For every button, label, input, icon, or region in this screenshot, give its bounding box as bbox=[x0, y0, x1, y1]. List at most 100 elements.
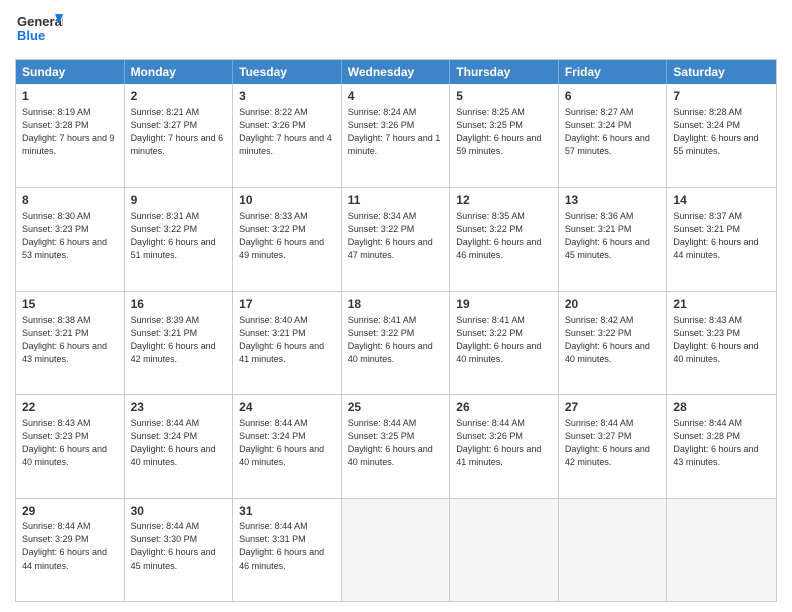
calendar-header: SundayMondayTuesdayWednesdayThursdayFrid… bbox=[16, 60, 776, 84]
calendar: SundayMondayTuesdayWednesdayThursdayFrid… bbox=[15, 59, 777, 602]
calendar-cell bbox=[667, 499, 776, 601]
calendar-cell: 16Sunrise: 8:39 AMSunset: 3:21 PMDayligh… bbox=[125, 292, 234, 394]
day-info: Sunrise: 8:44 AMSunset: 3:26 PMDaylight:… bbox=[456, 417, 552, 469]
calendar-cell: 31Sunrise: 8:44 AMSunset: 3:31 PMDayligh… bbox=[233, 499, 342, 601]
day-info: Sunrise: 8:40 AMSunset: 3:21 PMDaylight:… bbox=[239, 314, 335, 366]
day-info: Sunrise: 8:35 AMSunset: 3:22 PMDaylight:… bbox=[456, 210, 552, 262]
day-info: Sunrise: 8:27 AMSunset: 3:24 PMDaylight:… bbox=[565, 106, 661, 158]
day-info: Sunrise: 8:36 AMSunset: 3:21 PMDaylight:… bbox=[565, 210, 661, 262]
day-number: 22 bbox=[22, 399, 118, 416]
day-info: Sunrise: 8:44 AMSunset: 3:28 PMDaylight:… bbox=[673, 417, 770, 469]
day-number: 17 bbox=[239, 296, 335, 313]
day-number: 27 bbox=[565, 399, 661, 416]
day-number: 28 bbox=[673, 399, 770, 416]
calendar-cell: 6Sunrise: 8:27 AMSunset: 3:24 PMDaylight… bbox=[559, 84, 668, 187]
day-info: Sunrise: 8:38 AMSunset: 3:21 PMDaylight:… bbox=[22, 314, 118, 366]
calendar-cell: 2Sunrise: 8:21 AMSunset: 3:27 PMDaylight… bbox=[125, 84, 234, 187]
day-info: Sunrise: 8:44 AMSunset: 3:24 PMDaylight:… bbox=[239, 417, 335, 469]
calendar-cell bbox=[450, 499, 559, 601]
weekday-header-thursday: Thursday bbox=[450, 60, 559, 84]
day-number: 10 bbox=[239, 192, 335, 209]
day-number: 15 bbox=[22, 296, 118, 313]
day-info: Sunrise: 8:25 AMSunset: 3:25 PMDaylight:… bbox=[456, 106, 552, 158]
calendar-cell: 15Sunrise: 8:38 AMSunset: 3:21 PMDayligh… bbox=[16, 292, 125, 394]
calendar-cell: 30Sunrise: 8:44 AMSunset: 3:30 PMDayligh… bbox=[125, 499, 234, 601]
day-info: Sunrise: 8:43 AMSunset: 3:23 PMDaylight:… bbox=[22, 417, 118, 469]
calendar-row-1: 1Sunrise: 8:19 AMSunset: 3:28 PMDaylight… bbox=[16, 84, 776, 187]
calendar-cell: 18Sunrise: 8:41 AMSunset: 3:22 PMDayligh… bbox=[342, 292, 451, 394]
calendar-cell: 8Sunrise: 8:30 AMSunset: 3:23 PMDaylight… bbox=[16, 188, 125, 290]
calendar-cell: 28Sunrise: 8:44 AMSunset: 3:28 PMDayligh… bbox=[667, 395, 776, 497]
day-info: Sunrise: 8:41 AMSunset: 3:22 PMDaylight:… bbox=[348, 314, 444, 366]
day-number: 20 bbox=[565, 296, 661, 313]
day-info: Sunrise: 8:24 AMSunset: 3:26 PMDaylight:… bbox=[348, 106, 444, 158]
day-info: Sunrise: 8:37 AMSunset: 3:21 PMDaylight:… bbox=[673, 210, 770, 262]
day-info: Sunrise: 8:28 AMSunset: 3:24 PMDaylight:… bbox=[673, 106, 770, 158]
calendar-cell: 20Sunrise: 8:42 AMSunset: 3:22 PMDayligh… bbox=[559, 292, 668, 394]
calendar-cell: 10Sunrise: 8:33 AMSunset: 3:22 PMDayligh… bbox=[233, 188, 342, 290]
svg-text:Blue: Blue bbox=[17, 28, 45, 43]
day-info: Sunrise: 8:22 AMSunset: 3:26 PMDaylight:… bbox=[239, 106, 335, 158]
calendar-cell: 12Sunrise: 8:35 AMSunset: 3:22 PMDayligh… bbox=[450, 188, 559, 290]
calendar-cell bbox=[342, 499, 451, 601]
calendar-row-5: 29Sunrise: 8:44 AMSunset: 3:29 PMDayligh… bbox=[16, 498, 776, 601]
weekday-header-friday: Friday bbox=[559, 60, 668, 84]
weekday-header-saturday: Saturday bbox=[667, 60, 776, 84]
calendar-cell: 26Sunrise: 8:44 AMSunset: 3:26 PMDayligh… bbox=[450, 395, 559, 497]
day-number: 26 bbox=[456, 399, 552, 416]
day-info: Sunrise: 8:41 AMSunset: 3:22 PMDaylight:… bbox=[456, 314, 552, 366]
calendar-cell: 17Sunrise: 8:40 AMSunset: 3:21 PMDayligh… bbox=[233, 292, 342, 394]
calendar-cell: 7Sunrise: 8:28 AMSunset: 3:24 PMDaylight… bbox=[667, 84, 776, 187]
day-info: Sunrise: 8:44 AMSunset: 3:24 PMDaylight:… bbox=[131, 417, 227, 469]
day-info: Sunrise: 8:30 AMSunset: 3:23 PMDaylight:… bbox=[22, 210, 118, 262]
calendar-row-3: 15Sunrise: 8:38 AMSunset: 3:21 PMDayligh… bbox=[16, 291, 776, 394]
calendar-cell: 19Sunrise: 8:41 AMSunset: 3:22 PMDayligh… bbox=[450, 292, 559, 394]
day-info: Sunrise: 8:44 AMSunset: 3:31 PMDaylight:… bbox=[239, 520, 335, 572]
day-info: Sunrise: 8:33 AMSunset: 3:22 PMDaylight:… bbox=[239, 210, 335, 262]
day-number: 2 bbox=[131, 88, 227, 105]
day-info: Sunrise: 8:42 AMSunset: 3:22 PMDaylight:… bbox=[565, 314, 661, 366]
day-info: Sunrise: 8:44 AMSunset: 3:29 PMDaylight:… bbox=[22, 520, 118, 572]
day-number: 16 bbox=[131, 296, 227, 313]
day-number: 18 bbox=[348, 296, 444, 313]
day-number: 8 bbox=[22, 192, 118, 209]
calendar-cell: 29Sunrise: 8:44 AMSunset: 3:29 PMDayligh… bbox=[16, 499, 125, 601]
day-number: 14 bbox=[673, 192, 770, 209]
calendar-cell: 27Sunrise: 8:44 AMSunset: 3:27 PMDayligh… bbox=[559, 395, 668, 497]
day-number: 21 bbox=[673, 296, 770, 313]
weekday-header-wednesday: Wednesday bbox=[342, 60, 451, 84]
day-number: 24 bbox=[239, 399, 335, 416]
day-info: Sunrise: 8:19 AMSunset: 3:28 PMDaylight:… bbox=[22, 106, 118, 158]
calendar-cell: 4Sunrise: 8:24 AMSunset: 3:26 PMDaylight… bbox=[342, 84, 451, 187]
calendar-body: 1Sunrise: 8:19 AMSunset: 3:28 PMDaylight… bbox=[16, 84, 776, 601]
calendar-cell bbox=[559, 499, 668, 601]
day-number: 13 bbox=[565, 192, 661, 209]
weekday-header-monday: Monday bbox=[125, 60, 234, 84]
day-info: Sunrise: 8:44 AMSunset: 3:25 PMDaylight:… bbox=[348, 417, 444, 469]
day-number: 9 bbox=[131, 192, 227, 209]
day-number: 11 bbox=[348, 192, 444, 209]
calendar-row-2: 8Sunrise: 8:30 AMSunset: 3:23 PMDaylight… bbox=[16, 187, 776, 290]
day-number: 4 bbox=[348, 88, 444, 105]
day-info: Sunrise: 8:21 AMSunset: 3:27 PMDaylight:… bbox=[131, 106, 227, 158]
calendar-cell: 23Sunrise: 8:44 AMSunset: 3:24 PMDayligh… bbox=[125, 395, 234, 497]
calendar-cell: 14Sunrise: 8:37 AMSunset: 3:21 PMDayligh… bbox=[667, 188, 776, 290]
day-number: 5 bbox=[456, 88, 552, 105]
day-info: Sunrise: 8:31 AMSunset: 3:22 PMDaylight:… bbox=[131, 210, 227, 262]
day-info: Sunrise: 8:44 AMSunset: 3:27 PMDaylight:… bbox=[565, 417, 661, 469]
day-info: Sunrise: 8:44 AMSunset: 3:30 PMDaylight:… bbox=[131, 520, 227, 572]
header: General Blue bbox=[15, 10, 777, 53]
day-number: 23 bbox=[131, 399, 227, 416]
day-number: 7 bbox=[673, 88, 770, 105]
calendar-cell: 1Sunrise: 8:19 AMSunset: 3:28 PMDaylight… bbox=[16, 84, 125, 187]
calendar-cell: 9Sunrise: 8:31 AMSunset: 3:22 PMDaylight… bbox=[125, 188, 234, 290]
calendar-row-4: 22Sunrise: 8:43 AMSunset: 3:23 PMDayligh… bbox=[16, 394, 776, 497]
page: General Blue SundayMondayTuesdayWednesda… bbox=[0, 0, 792, 612]
day-number: 6 bbox=[565, 88, 661, 105]
calendar-cell: 5Sunrise: 8:25 AMSunset: 3:25 PMDaylight… bbox=[450, 84, 559, 187]
day-number: 19 bbox=[456, 296, 552, 313]
day-number: 30 bbox=[131, 503, 227, 520]
day-number: 1 bbox=[22, 88, 118, 105]
day-info: Sunrise: 8:43 AMSunset: 3:23 PMDaylight:… bbox=[673, 314, 770, 366]
calendar-cell: 13Sunrise: 8:36 AMSunset: 3:21 PMDayligh… bbox=[559, 188, 668, 290]
